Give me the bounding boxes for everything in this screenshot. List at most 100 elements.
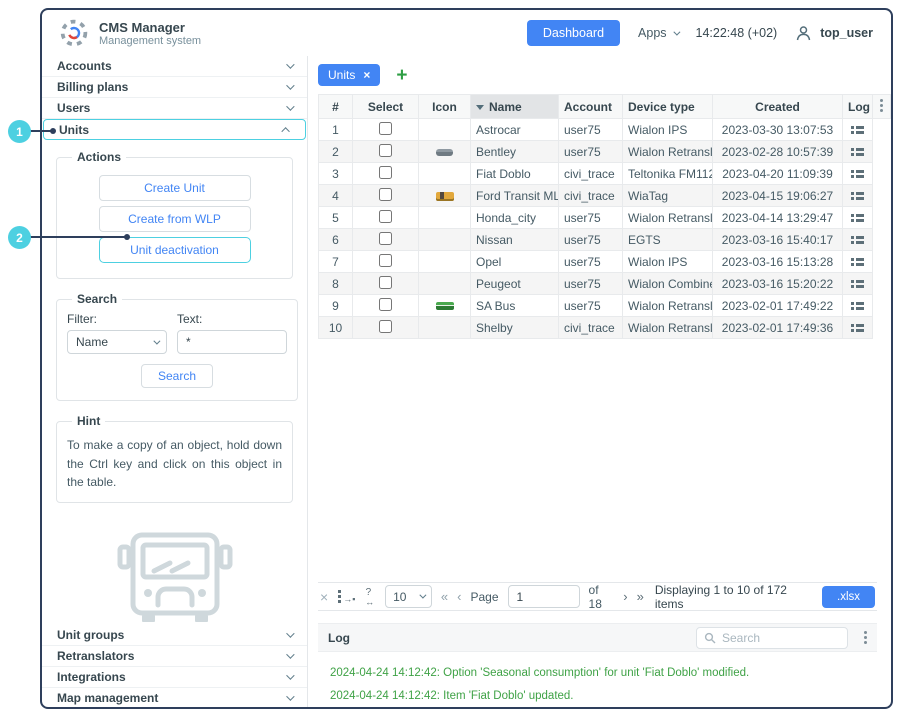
unit-account: civi_trace xyxy=(558,316,623,339)
unit-account: user75 xyxy=(558,118,623,141)
search-legend: Search xyxy=(77,292,118,306)
col-name-sorted[interactable]: Name xyxy=(470,94,559,119)
row-number: 4 xyxy=(318,184,353,207)
sidebar-item-accounts[interactable]: Accounts xyxy=(42,56,307,77)
table-row[interactable]: 7 Opel user75 Wialon IPS 2023-03-16 15:1… xyxy=(318,250,891,273)
col-log[interactable]: Log xyxy=(842,94,873,119)
row-log-button[interactable] xyxy=(842,206,873,229)
add-tab-icon[interactable]: + xyxy=(396,66,407,85)
apps-menu[interactable]: Apps xyxy=(638,26,680,40)
row-checkbox[interactable] xyxy=(379,121,392,135)
row-number: 1 xyxy=(318,118,353,141)
first-page-icon[interactable]: « xyxy=(441,589,448,604)
col-account[interactable]: Account xyxy=(558,94,623,119)
unit-device-type: Wialon Retranslator xyxy=(622,294,713,317)
unit-device-type: Wialon Retranslator xyxy=(622,140,713,163)
unit-name: Ford Transit MLT2 xyxy=(470,184,559,207)
table-row[interactable]: 10 Shelby civi_trace Wialon Retranslator… xyxy=(318,316,891,339)
create-unit-button[interactable]: Create Unit xyxy=(98,175,251,201)
row-log-button[interactable] xyxy=(842,316,873,339)
apply-to-selected-icon[interactable]: →▪ xyxy=(337,589,355,604)
table-row[interactable]: 5 Honda_city user75 Wialon Retranslator … xyxy=(318,206,891,229)
row-checkbox[interactable] xyxy=(379,143,392,157)
col-number[interactable]: # xyxy=(318,94,353,119)
auto-width-icon[interactable]: ? ↔ xyxy=(362,587,376,607)
row-checkbox[interactable] xyxy=(379,319,392,333)
page-size-select[interactable]: 10 xyxy=(385,585,432,609)
unit-created: 2023-02-01 17:49:36 xyxy=(712,316,843,339)
log-search-box[interactable] xyxy=(696,626,848,649)
table-menu-icon[interactable] xyxy=(872,94,891,119)
step-badge-1: 1 xyxy=(8,120,31,143)
red-car-icon xyxy=(440,232,449,247)
row-log-button[interactable] xyxy=(842,184,873,207)
chevron-down-icon xyxy=(286,671,295,680)
filter-select[interactable]: Name xyxy=(67,330,167,354)
row-log-button[interactable] xyxy=(842,272,873,295)
table-row[interactable]: 6 Nissan user75 EGTS 2023-03-16 15:40:17 xyxy=(318,228,891,251)
log-search-input[interactable] xyxy=(722,630,832,645)
dashboard-button[interactable]: Dashboard xyxy=(526,20,621,46)
actions-group: Actions Create Unit Create from WLP Unit d… xyxy=(56,150,293,279)
row-checkbox[interactable] xyxy=(379,253,392,267)
next-page-icon[interactable]: › xyxy=(623,589,627,604)
table-row[interactable]: 8 Peugeot user75 Wialon Combine 2023-03-… xyxy=(318,272,891,295)
unit-device-type: EGTS xyxy=(622,228,713,251)
table-row[interactable]: 4 Ford Transit MLT2 civi_trace WiaTag 20… xyxy=(318,184,891,207)
chevron-down-icon xyxy=(153,337,161,345)
tab-units[interactable]: Units × xyxy=(318,64,381,86)
row-log-button[interactable] xyxy=(842,294,873,317)
search-button[interactable]: Search xyxy=(141,364,213,388)
table-row[interactable]: 3 Fiat Doblo civi_trace Teltonika FM1120… xyxy=(318,162,891,185)
log-entry: 2024-04-24 14:12:42: Item 'Fiat Doblo' u… xyxy=(330,689,574,702)
row-log-button[interactable] xyxy=(842,162,873,185)
table-empty-space xyxy=(318,339,877,582)
sidebar-item-map-management[interactable]: Map management xyxy=(42,688,307,707)
log-icon xyxy=(851,279,864,288)
col-device-type[interactable]: Device type xyxy=(622,94,713,119)
row-log-button[interactable] xyxy=(842,140,873,163)
close-tab-icon[interactable]: × xyxy=(363,69,370,81)
app-title: CMS Manager xyxy=(99,19,185,35)
log-icon xyxy=(851,235,864,244)
units-table: # Select Icon Name Account Device type C… xyxy=(318,94,891,339)
row-checkbox[interactable] xyxy=(379,165,392,179)
row-checkbox[interactable] xyxy=(379,297,392,311)
row-checkbox[interactable] xyxy=(379,187,392,201)
table-row[interactable]: 9 SA Bus user75 Wialon Retranslator 2023… xyxy=(318,294,891,317)
unit-deactivation-button[interactable]: Unit deactivation xyxy=(98,237,251,263)
chevron-down-icon xyxy=(286,60,295,69)
sidebar-item-retranslators[interactable]: Retranslators xyxy=(42,646,307,667)
export-xlsx-button[interactable]: .xlsx xyxy=(822,585,875,608)
user-menu[interactable]: top_user xyxy=(795,25,873,42)
row-log-button[interactable] xyxy=(842,250,873,273)
search-text-input[interactable] xyxy=(177,330,287,354)
table-row[interactable]: 1 Astrocar user75 Wialon IPS 2023-03-30 … xyxy=(318,118,891,141)
row-checkbox[interactable] xyxy=(379,209,392,223)
prev-page-icon[interactable]: ‹ xyxy=(457,589,461,604)
table-row[interactable]: 2 Bentley user75 Wialon Retranslator 202… xyxy=(318,140,891,163)
col-select[interactable]: Select xyxy=(352,94,419,119)
sidebar-item-integrations[interactable]: Integrations xyxy=(42,667,307,688)
sidebar-item-units[interactable]: Units xyxy=(43,119,306,140)
log-menu-icon[interactable] xyxy=(864,631,867,635)
unit-created: 2023-02-28 10:57:39 xyxy=(712,140,843,163)
row-log-button[interactable] xyxy=(842,118,873,141)
unit-device-type: Teltonika FM1120 xyxy=(622,162,713,185)
row-checkbox[interactable] xyxy=(379,231,392,245)
unit-device-type: Wialon Retranslator xyxy=(622,316,713,339)
clear-selection-icon[interactable]: × xyxy=(320,589,328,605)
col-icon[interactable]: Icon xyxy=(418,94,471,119)
sidebar-item-users[interactable]: Users xyxy=(42,98,307,119)
sidebar-item-unit-groups[interactable]: Unit groups xyxy=(42,625,307,646)
row-number: 10 xyxy=(318,316,353,339)
col-created[interactable]: Created xyxy=(712,94,843,119)
create-from-wlp-button[interactable]: Create from WLP xyxy=(98,206,251,232)
text-label: Text: xyxy=(177,312,203,326)
last-page-icon[interactable]: » xyxy=(637,589,644,604)
row-log-button[interactable] xyxy=(842,228,873,251)
sidebar-item-billing-plans[interactable]: Billing plans xyxy=(42,77,307,98)
unit-name: Peugeot xyxy=(470,272,559,295)
page-number-input[interactable] xyxy=(507,585,580,609)
row-checkbox[interactable] xyxy=(379,275,392,289)
